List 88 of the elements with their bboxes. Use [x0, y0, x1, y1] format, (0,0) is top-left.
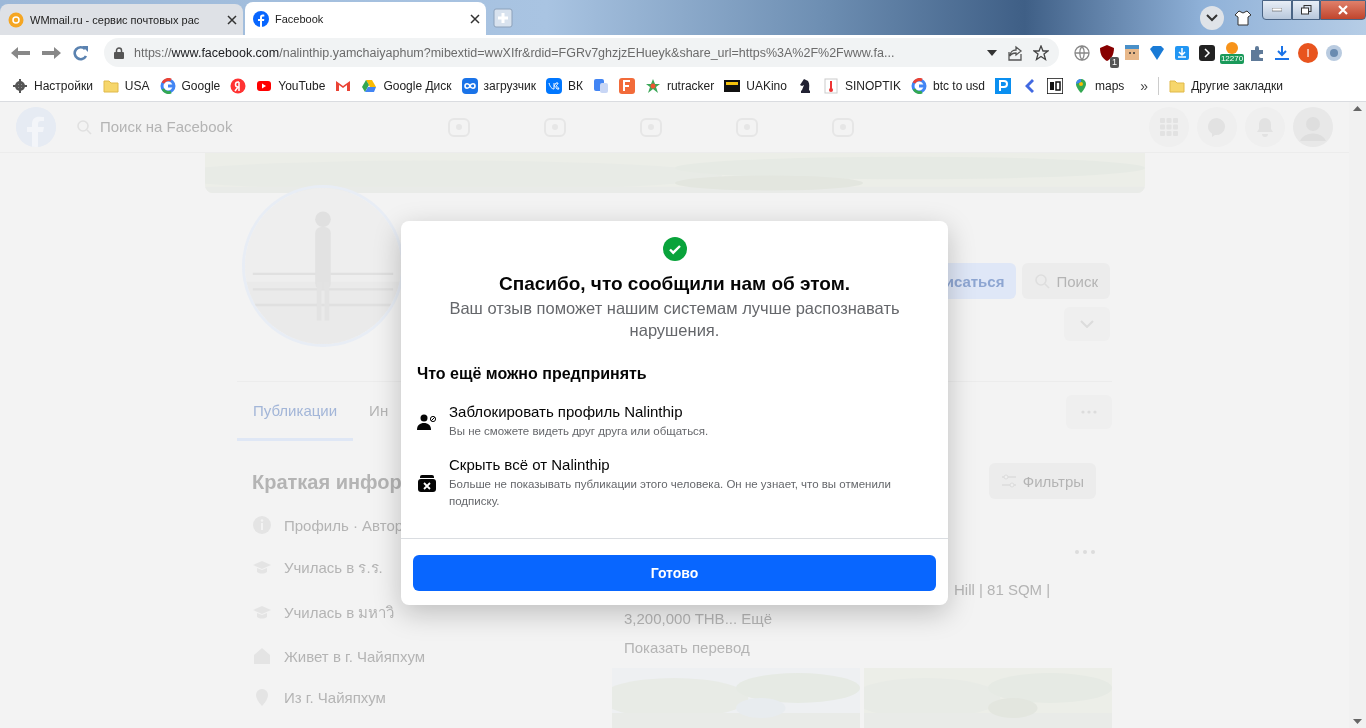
option-description: Вы не сможете видеть друг друга или общаться.: [449, 424, 709, 439]
browser-tab[interactable]: Facebook: [245, 2, 486, 35]
download-icon[interactable]: [1273, 43, 1291, 62]
post-text: Hill | 81 SQM |: [954, 581, 1051, 598]
bookmark-icon: [1073, 77, 1089, 94]
close-icon[interactable]: [470, 13, 480, 24]
puzzle-icon[interactable]: [1248, 43, 1266, 62]
hide-box-icon: [417, 473, 437, 493]
dropdown-caret-icon[interactable]: [987, 49, 997, 56]
bookmark-item[interactable]: YouTube: [256, 77, 326, 94]
more-bookmarks-button[interactable]: »: [1140, 77, 1149, 94]
shirt-icon[interactable]: [1234, 9, 1252, 26]
option-description: Больше не показывать публикации этого человека. Он не узнает, что вы отменили подписку.: [449, 477, 892, 509]
diamond-icon[interactable]: [1148, 43, 1166, 62]
url-text: https://www.facebook.com/nalinthip.yamchaiyaphum?mibextid=wwXIfr&rdid=FGRv7ghzjzEHueyk&share_url=https%3A%2F%2Fwww.fa...: [134, 45, 896, 60]
dialog-subtitle: Ваш отзыв поможет нашим системам лучше распознавать нарушения.: [448, 298, 901, 341]
download-icon[interactable]: [1173, 43, 1191, 62]
bookmark-icon: [644, 77, 661, 94]
new-tab-icon[interactable]: [493, 8, 513, 28]
scroll-down-icon[interactable]: [1353, 719, 1362, 724]
restore-icon: [1300, 5, 1312, 15]
bookmark-item[interactable]: SINOPTIK: [822, 77, 901, 94]
close-window-button[interactable]: [1320, 0, 1366, 20]
back-arrow-icon[interactable]: [10, 44, 32, 61]
chevron-down-icon: [1206, 13, 1218, 22]
bookmark-icon: [995, 77, 1011, 94]
scroll-up-icon[interactable]: [1353, 106, 1362, 111]
intro-text: Профиль · Автор: [284, 516, 404, 534]
bookmark-item[interactable]: Google: [159, 77, 221, 94]
browser-tab[interactable]: WMmail.ru - сервис почтовых рас: [0, 4, 243, 35]
dialog-title: Спасибо, что сообщили нам об этом.: [498, 273, 851, 295]
gear-icon: [12, 77, 28, 94]
bookmark-icon: [592, 77, 609, 94]
option-title[interactable]: Скрыть всё от Nalinthip: [449, 456, 932, 473]
bookmark-icon: [545, 77, 562, 94]
done-button[interactable]: Готово: [413, 555, 936, 591]
intro-text: Училась в มหาวิ: [284, 603, 395, 623]
bookmark-icon: [822, 77, 839, 94]
bookmark-item[interactable]: Настройки: [12, 77, 93, 94]
coin-icon[interactable]: [1226, 41, 1238, 54]
bookmark-item[interactable]: ВК: [545, 77, 583, 94]
extension-icon[interactable]: [1325, 43, 1343, 62]
mail-logo-icon: [8, 11, 24, 28]
star-icon[interactable]: [1033, 44, 1049, 61]
bookmark-item[interactable]: rutracker: [644, 77, 715, 94]
bookmark-item[interactable]: USA: [102, 77, 150, 94]
bookmark-icon: [618, 77, 635, 94]
extension-icon[interactable]: [1123, 43, 1141, 62]
bookmark-item[interactable]: Google Диск: [361, 77, 452, 94]
check-circle-icon: [662, 237, 687, 261]
intro-text: Из г. Чайяпхум: [284, 688, 386, 706]
bookmark-icon: [361, 77, 378, 94]
close-icon: [1338, 5, 1348, 15]
option-title[interactable]: Заблокировать профиль Nalinthip: [449, 403, 709, 420]
bookmark-item[interactable]: загрузчик: [461, 77, 536, 94]
terminal-icon[interactable]: [1198, 43, 1216, 62]
profile-avatar[interactable]: I: [1298, 42, 1318, 63]
globe-icon[interactable]: [1073, 43, 1091, 62]
bookmark-item[interactable]: maps: [1073, 77, 1125, 94]
bookmark-icon: [1047, 77, 1063, 94]
minimize-icon: [1272, 8, 1282, 12]
bookmark-item[interactable]: [1047, 77, 1063, 94]
bookmark-icon: [230, 77, 247, 94]
tab-search-button[interactable]: [1200, 5, 1224, 30]
lock-icon: [114, 46, 124, 59]
bookmark-item[interactable]: UAKino: [724, 77, 787, 94]
intro-text: Живет в г. Чайяпхум: [284, 647, 426, 665]
bookmark-item[interactable]: Другие закладки: [1169, 77, 1284, 94]
bookmark-icon: [159, 77, 176, 94]
close-icon[interactable]: [227, 14, 237, 25]
bookmark-icon: [461, 77, 478, 94]
section-heading: Что ещё можно предпринять: [416, 364, 648, 384]
folder-icon: [1169, 77, 1186, 94]
bookmark-icon: [910, 77, 927, 94]
bookmark-icon: [724, 77, 741, 94]
intro-text: Училась в ร.ร.: [284, 558, 383, 578]
minimize-button[interactable]: [1262, 0, 1292, 20]
restore-button[interactable]: [1292, 0, 1320, 20]
bookmark-item[interactable]: btc to usd: [910, 77, 985, 94]
folder-icon: [102, 77, 119, 94]
forward-arrow-icon[interactable]: [40, 44, 62, 61]
extension-badge: 12270: [1219, 53, 1245, 64]
share-icon[interactable]: [1007, 44, 1023, 61]
facebook-logo-icon: [253, 10, 269, 27]
intro-title: Краткая инфор: [252, 471, 402, 494]
extension-badge: 1: [1110, 56, 1119, 68]
address-bar[interactable]: https://www.facebook.com/nalinthip.yamchaiyaphum?mibextid=wwXIfr&rdid=FGRv7ghzjzEHueyk&share_url=https%3A%2F%2Fwww.fa...: [104, 38, 1059, 67]
post-text: 3,200,000 THB... Ещё: [624, 610, 772, 627]
